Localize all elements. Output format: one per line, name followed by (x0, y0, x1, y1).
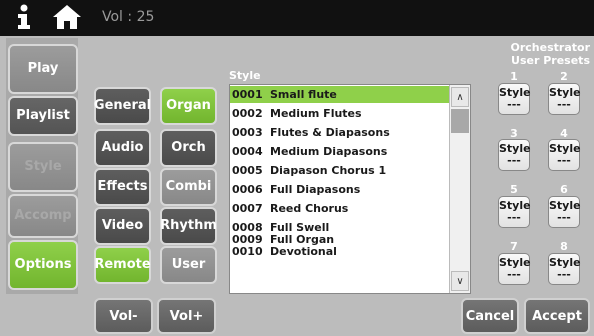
cancel-button[interactable]: Cancel (461, 298, 519, 334)
style-list: 0001 Small flute 0002 Medium Flutes 0003… (229, 84, 471, 294)
preset-number: 2 (560, 70, 568, 83)
preset-4-button[interactable]: Style --- (548, 139, 581, 171)
settings-general-button[interactable]: General (94, 87, 151, 125)
list-scrollbar[interactable]: ∧ ∨ (449, 85, 470, 293)
style-list-header: Style (229, 69, 261, 82)
preset-8-button[interactable]: Style --- (548, 253, 581, 285)
top-bar: Vol : 25 (0, 0, 594, 36)
preset-number: 7 (510, 240, 518, 253)
category-rhythm-button[interactable]: Rhythm (160, 207, 217, 245)
category-user-button[interactable]: User (160, 246, 217, 284)
category-orch-button[interactable]: Orch (160, 129, 217, 167)
preset-5-button[interactable]: Style --- (498, 196, 531, 228)
preset-7-button[interactable]: Style --- (498, 253, 531, 285)
list-item[interactable]: 0006 Full Diapasons (230, 181, 450, 198)
category-organ-button[interactable]: Organ (160, 87, 217, 125)
settings-video-button[interactable]: Video (94, 207, 151, 245)
preset-number: 8 (560, 240, 568, 253)
home-icon[interactable] (52, 4, 82, 30)
list-item[interactable]: 0004 Medium Diapasons (230, 143, 450, 160)
category-combi-button[interactable]: Combi (160, 168, 217, 206)
scroll-up-button[interactable]: ∧ (451, 87, 469, 107)
vol-minus-button[interactable]: Vol- (94, 298, 153, 334)
vol-plus-button[interactable]: Vol+ (157, 298, 216, 334)
nav-play-button[interactable]: Play (8, 44, 78, 94)
preset-1-button[interactable]: Style --- (498, 83, 531, 115)
list-item[interactable]: 0005 Diapason Chorus 1 (230, 162, 450, 179)
preset-6-button[interactable]: Style --- (548, 196, 581, 228)
accept-button[interactable]: Accept (524, 298, 590, 334)
list-item[interactable]: 0007 Reed Chorus (230, 200, 450, 217)
list-item[interactable]: 0010 Devotional (230, 243, 450, 260)
scroll-thumb[interactable] (451, 109, 469, 133)
preset-3-button[interactable]: Style --- (498, 139, 531, 171)
list-item[interactable]: 0003 Flutes & Diapasons (230, 124, 450, 141)
preset-number: 5 (510, 183, 518, 196)
scroll-down-button[interactable]: ∨ (451, 271, 469, 291)
nav-accomp-button[interactable]: Accomp (8, 194, 78, 238)
preset-number: 1 (510, 70, 518, 83)
settings-effects-button[interactable]: Effects (94, 168, 151, 206)
presets-title: Orchestrator User Presets (510, 41, 590, 67)
preset-2-button[interactable]: Style --- (548, 83, 581, 115)
nav-playlist-button[interactable]: Playlist (8, 96, 78, 136)
volume-readout: Vol : 25 (102, 9, 155, 25)
settings-audio-button[interactable]: Audio (94, 129, 151, 167)
preset-number: 6 (560, 183, 568, 196)
info-icon[interactable] (12, 4, 36, 30)
nav-options-button[interactable]: Options (8, 240, 78, 290)
nav-style-button[interactable]: Style (8, 142, 78, 192)
list-item[interactable]: 0002 Medium Flutes (230, 105, 450, 122)
settings-remote-button[interactable]: Remote (94, 246, 151, 284)
list-item[interactable]: 0001 Small flute (230, 86, 450, 103)
